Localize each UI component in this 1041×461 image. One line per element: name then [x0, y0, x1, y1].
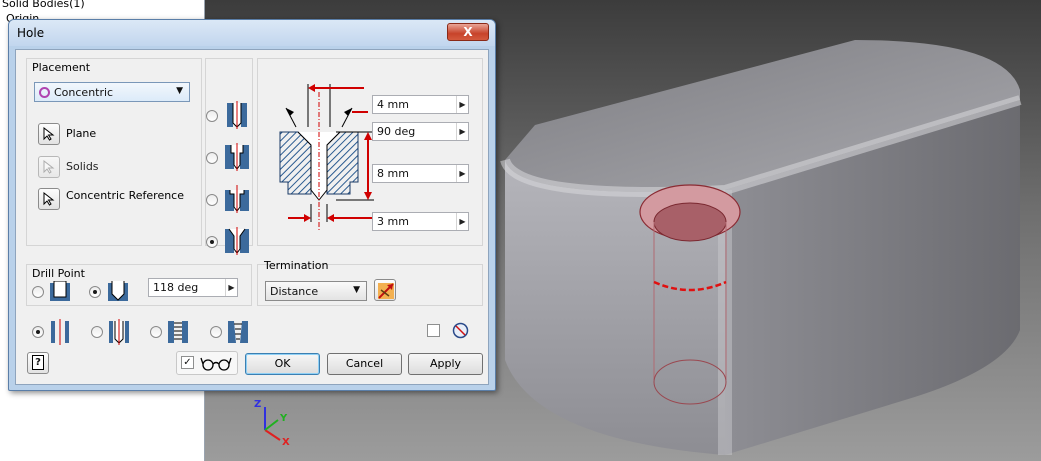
cursor-arrow-icon	[43, 192, 55, 206]
concentric-icon	[39, 87, 50, 98]
hole-dialog[interactable]: Hole X Placement Concentric ▼ Plane Soli…	[8, 19, 496, 391]
drill-point-group-label: Drill Point	[32, 267, 85, 280]
ok-button[interactable]: OK	[245, 353, 320, 375]
cancel-button[interactable]: Cancel	[327, 353, 402, 375]
clearance-hole-icon	[109, 319, 129, 345]
thread-type-taper-tapped-radio[interactable]	[210, 326, 222, 338]
help-icon: ?	[32, 355, 44, 370]
chevron-right-icon[interactable]: ▶	[456, 165, 468, 182]
concentric-reference-select-button[interactable]	[38, 188, 60, 210]
chevron-right-icon[interactable]: ▶	[456, 213, 468, 230]
spotface-icon	[225, 185, 249, 213]
countersink-section-diagram	[279, 84, 374, 230]
concentric-reference-label: Concentric Reference	[66, 189, 184, 202]
termination-group-label: Termination	[264, 259, 329, 272]
thread-type-tapped-radio[interactable]	[150, 326, 162, 338]
depth-value: 8 mm	[377, 167, 409, 180]
drill-point-angle-value: 118 deg	[153, 281, 199, 294]
countersink-diameter-value: 4 mm	[377, 98, 409, 111]
no-entry-icon[interactable]	[452, 322, 469, 339]
countersink-angle-value: 90 deg	[377, 125, 416, 138]
chevron-down-icon: ▼	[353, 285, 360, 295]
placement-type-dropdown[interactable]: Concentric ▼	[34, 82, 190, 102]
flip-direction-button[interactable]	[374, 279, 396, 301]
chevron-right-icon[interactable]: ▶	[456, 123, 468, 140]
dialog-titlebar[interactable]: Hole X	[9, 20, 495, 46]
simple-hole-type-icon	[51, 319, 69, 345]
counterbore-icon	[225, 143, 249, 171]
drill-point-angle-radio[interactable]	[89, 286, 101, 298]
preview-glasses-icon	[200, 357, 232, 371]
drill-point-angle-field[interactable]: 118 deg ▶	[148, 278, 238, 297]
countersink-diameter-field[interactable]: 4 mm ▶	[372, 95, 469, 114]
hole-type-simple-radio[interactable]	[206, 110, 218, 122]
solids-label: Solids	[66, 160, 99, 173]
preview-checkbox[interactable]: ✓	[181, 356, 194, 369]
infer-imodates-checkbox[interactable]	[427, 324, 440, 337]
cursor-arrow-icon	[43, 160, 55, 174]
placement-type-value: Concentric	[54, 86, 114, 99]
countersink-angle-field[interactable]: 90 deg ▶	[372, 122, 469, 141]
hole-type-countersink-radio[interactable]	[206, 236, 218, 248]
chevron-right-icon[interactable]: ▶	[225, 279, 237, 296]
diameter-field[interactable]: 3 mm ▶	[372, 212, 469, 231]
close-button[interactable]: X	[447, 23, 489, 41]
simple-hole-icon	[227, 101, 247, 129]
countersink-icon	[225, 227, 249, 255]
apply-button[interactable]: Apply	[408, 353, 483, 375]
tapped-hole-icon	[168, 321, 188, 343]
axis-x-label: X	[282, 437, 290, 448]
chevron-right-icon[interactable]: ▶	[456, 96, 468, 113]
hole-type-counterbore-radio[interactable]	[206, 152, 218, 164]
axis-z-label: Z	[254, 399, 262, 410]
termination-value: Distance	[270, 285, 319, 298]
termination-dropdown[interactable]: Distance ▼	[265, 281, 367, 301]
help-button[interactable]: ?	[27, 352, 49, 374]
flat-drill-point-icon	[50, 281, 70, 301]
tree-item-solid-bodies[interactable]: Solid Bodies(1)	[2, 0, 85, 10]
plane-label: Plane	[66, 127, 97, 140]
cursor-arrow-icon	[43, 127, 55, 141]
dialog-client-area: Placement Concentric ▼ Plane Solids Conc…	[15, 49, 489, 385]
drill-point-flat-radio[interactable]	[32, 286, 44, 298]
depth-field[interactable]: 8 mm ▶	[372, 164, 469, 183]
dialog-title: Hole	[17, 26, 45, 40]
flip-direction-icon	[378, 283, 394, 299]
angle-drill-point-icon	[108, 281, 128, 301]
plane-select-button[interactable]	[38, 123, 60, 145]
taper-tapped-hole-icon	[228, 321, 248, 343]
axis-y-label: Y	[280, 413, 288, 424]
thread-type-clearance-radio[interactable]	[91, 326, 103, 338]
hole-type-spotface-radio[interactable]	[206, 194, 218, 206]
placement-group-label: Placement	[32, 61, 91, 74]
diameter-value: 3 mm	[377, 215, 409, 228]
thread-type-simple-radio[interactable]	[32, 326, 44, 338]
solids-select-button[interactable]	[38, 156, 60, 178]
chevron-down-icon: ▼	[176, 86, 183, 96]
